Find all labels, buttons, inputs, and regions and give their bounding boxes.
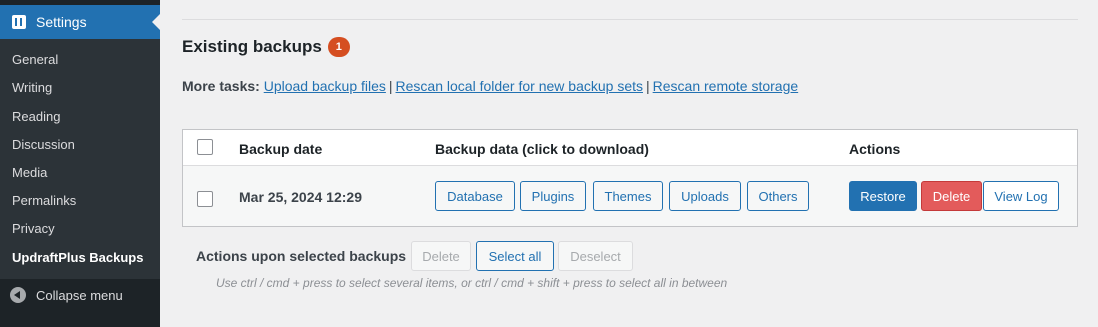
download-plugins-button[interactable]: Plugins <box>520 181 586 211</box>
download-uploads-button[interactable]: Uploads <box>669 181 741 211</box>
section-heading: Existing backups 1 <box>182 37 350 57</box>
sidebar-item-media[interactable]: Media <box>12 164 47 182</box>
backups-table: Backup date Backup data (click to downlo… <box>182 129 1078 227</box>
column-header-backup-date: Backup date <box>239 141 323 157</box>
bulk-delete-button[interactable]: Delete <box>411 241 471 271</box>
download-others-button[interactable]: Others <box>747 181 809 211</box>
delete-button[interactable]: Delete <box>921 181 982 211</box>
separator: | <box>646 78 650 94</box>
sidebar-item-permalinks[interactable]: Permalinks <box>12 192 76 210</box>
upload-backup-files-link[interactable]: Upload backup files <box>264 78 386 94</box>
admin-sidebar: Settings General Writing Reading Discuss… <box>0 0 160 327</box>
more-tasks-label: More tasks: <box>182 78 260 94</box>
selection-hint: Use ctrl / cmd + press to select several… <box>216 276 728 290</box>
download-database-button[interactable]: Database <box>435 181 515 211</box>
sidebar-item-label: Settings <box>36 14 87 30</box>
restore-button[interactable]: Restore <box>849 181 917 211</box>
column-header-actions: Actions <box>849 141 901 157</box>
backup-date: Mar 25, 2024 12:29 <box>239 189 362 205</box>
table-header: Backup date Backup data (click to downlo… <box>183 130 1077 166</box>
current-menu-arrow-icon <box>152 14 160 30</box>
collapse-arrow-icon <box>10 287 26 303</box>
settings-submenu: General Writing Reading Discussion Media… <box>0 39 160 279</box>
more-tasks: More tasks: Upload backup files | Rescan l… <box>182 78 798 94</box>
sidebar-item-settings[interactable]: Settings <box>0 5 160 39</box>
sidebar-item-updraftplus[interactable]: UpdraftPlus Backups <box>12 249 143 267</box>
rescan-remote-storage-link[interactable]: Rescan remote storage <box>653 78 799 94</box>
view-log-button[interactable]: View Log <box>983 181 1059 211</box>
sidebar-item-general[interactable]: General <box>12 51 58 69</box>
collapse-menu-label: Collapse menu <box>36 287 123 303</box>
count-badge: 1 <box>327 37 350 57</box>
row-checkbox[interactable] <box>197 191 213 207</box>
select-all-checkbox[interactable] <box>197 139 213 155</box>
sidebar-item-reading[interactable]: Reading <box>12 108 60 126</box>
sidebar-item-discussion[interactable]: Discussion <box>12 136 75 154</box>
bulk-actions-label: Actions upon selected backups <box>196 248 407 264</box>
collapse-menu-button[interactable]: Collapse menu <box>10 287 123 303</box>
rescan-local-folder-link[interactable]: Rescan local folder for new backup sets <box>396 78 643 94</box>
divider <box>182 19 1078 20</box>
download-themes-button[interactable]: Themes <box>593 181 663 211</box>
deselect-button[interactable]: Deselect <box>558 241 633 271</box>
table-row[interactable]: Mar 25, 2024 12:29 Database Plugins Them… <box>183 166 1077 226</box>
select-all-button[interactable]: Select all <box>476 241 554 271</box>
settings-sliders-icon <box>12 15 26 29</box>
sidebar-item-writing[interactable]: Writing <box>12 79 52 97</box>
page-title: Existing backups <box>182 37 322 56</box>
separator: | <box>388 78 393 94</box>
column-header-backup-data: Backup data (click to download) <box>435 141 649 157</box>
sidebar-item-privacy[interactable]: Privacy <box>12 220 55 238</box>
